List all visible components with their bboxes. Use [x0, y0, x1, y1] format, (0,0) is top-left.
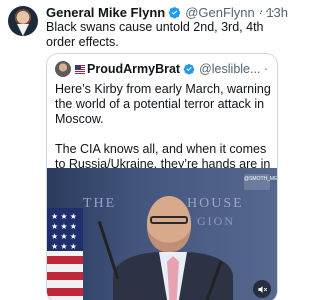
video-watermark: @SMOTH_MET: [244, 174, 277, 190]
quoted-author-avatar[interactable]: [55, 61, 71, 77]
speaker-figure: [113, 196, 233, 300]
tweet[interactable]: General Mike Flynn @GenFlynn · 13h ··· B…: [0, 0, 288, 300]
video-media[interactable]: THE HOUSE GION ★ ★ ★ ★ ★ ★ ★ ★ ★ ★ ★ ★ @SMO…: [47, 168, 277, 300]
quoted-verified-badge-icon: [183, 63, 195, 75]
quoted-author-handle-time[interactable]: @leslible... · 16h: [199, 62, 271, 76]
glasses: [150, 216, 188, 224]
backdrop-text-1: THE: [83, 196, 117, 211]
tweet-header: General Mike Flynn @GenFlynn · 13h ···: [46, 2, 288, 20]
head: [147, 196, 191, 252]
us-flag-icon: [75, 64, 86, 74]
quoted-tweet[interactable]: ProudArmyBrat @leslible... · 16h Here’s …: [46, 53, 278, 300]
flag-stars: ★ ★ ★ ★ ★ ★ ★ ★ ★ ★ ★ ★: [51, 212, 77, 251]
quoted-tweet-header: ProudArmyBrat @leslible... · 16h: [55, 61, 271, 77]
tweet-text: Black swans cause untold 2nd, 3rd, 4th o…: [46, 20, 264, 49]
speaker-muted-icon[interactable]: [253, 280, 271, 298]
verified-badge-icon: [168, 6, 181, 19]
quoted-author-name[interactable]: ProudArmyBrat: [87, 62, 180, 76]
author-name[interactable]: General Mike Flynn: [46, 5, 165, 20]
quoted-paragraph-1: Here’s Kirby from early March, warning t…: [55, 82, 271, 126]
more-options-icon[interactable]: ···: [259, 2, 276, 18]
author-avatar[interactable]: [8, 6, 38, 36]
